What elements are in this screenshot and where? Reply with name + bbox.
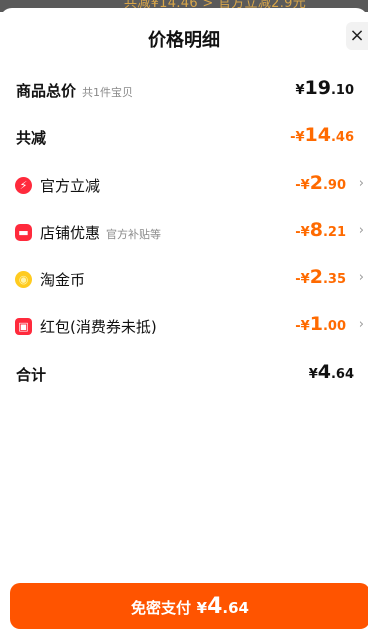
red-packet-icon: ▣	[15, 318, 32, 335]
store-coupon-icon: ▬	[15, 224, 32, 241]
official-discount-label: 官方立减	[40, 177, 101, 195]
store-discount-note: 官方补贴等	[106, 228, 162, 241]
row-sum: 合计 ¥4.64	[0, 359, 368, 389]
item-total-amount: ¥19.10	[295, 77, 354, 99]
red-packet-amount: -¥1.00	[295, 313, 346, 335]
chevron-right-icon: ›	[358, 270, 364, 285]
close-button[interactable]: ×	[346, 22, 368, 50]
row-total-discount: 共减 -¥14.46	[0, 122, 368, 152]
taojinbi-amount: -¥2.35	[295, 266, 346, 288]
sum-amount: ¥4.64	[308, 361, 354, 383]
row-red-packet[interactable]: ▣ 红包(消费券未抵) -¥1.00 ›	[0, 311, 368, 341]
chevron-right-icon: ›	[358, 223, 364, 238]
store-discount-label: 店铺优惠	[40, 224, 101, 242]
pay-button-label: 免密支付	[131, 599, 192, 617]
total-discount-label: 共减	[16, 129, 47, 147]
chevron-right-icon: ›	[358, 317, 364, 332]
item-total-label: 商品总价	[16, 82, 77, 100]
pay-amount: 4	[207, 594, 223, 619]
chevron-right-icon: ›	[358, 176, 364, 191]
row-official-discount[interactable]: ⚡ 官方立减 -¥2.90 ›	[0, 170, 368, 200]
red-packet-label: 红包(消费券未抵)	[40, 318, 157, 336]
row-taojinbi[interactable]: ◉ 淘金币 -¥2.35 ›	[0, 264, 368, 294]
sum-label: 合计	[16, 366, 47, 384]
row-store-discount[interactable]: ▬ 店铺优惠 官方补贴等 -¥8.21 ›	[0, 217, 368, 247]
item-count-note: 共1件宝贝	[82, 86, 134, 99]
lightning-icon: ⚡	[15, 177, 32, 194]
password-free-pay-button[interactable]: 免密支付 ¥4.64	[10, 583, 368, 629]
store-discount-amount: -¥8.21	[295, 219, 346, 241]
close-icon: ×	[349, 25, 365, 46]
row-item-total: 商品总价 共1件宝贝 ¥19.10	[0, 75, 368, 105]
taojinbi-label: 淘金币	[40, 271, 86, 289]
coin-icon: ◉	[15, 271, 32, 288]
total-discount-amount: -¥14.46	[290, 124, 354, 146]
sheet-title: 价格明细	[148, 30, 220, 51]
official-discount-amount: -¥2.90	[295, 172, 346, 194]
